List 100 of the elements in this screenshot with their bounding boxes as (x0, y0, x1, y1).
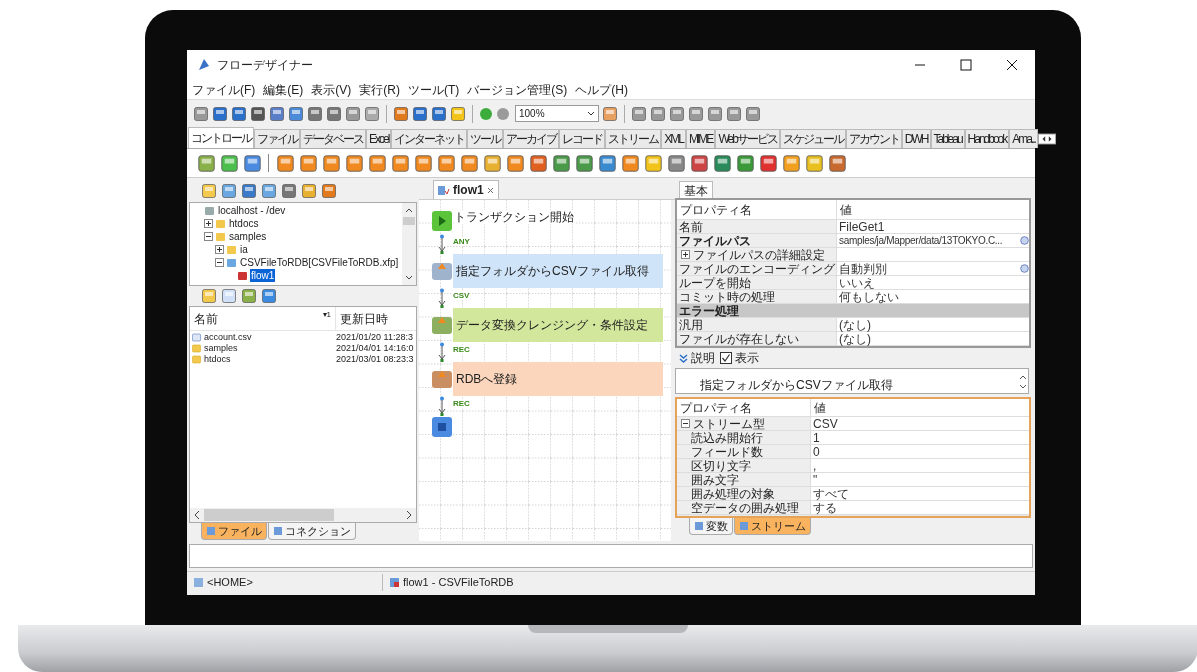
tool-icon[interactable] (321, 183, 337, 199)
properties-tab[interactable]: 基本 (679, 181, 713, 198)
palette-icon[interactable] (391, 153, 410, 173)
palette-icon[interactable] (667, 153, 686, 173)
play-icon[interactable] (431, 210, 453, 232)
horizontal-scrollbar[interactable] (190, 508, 416, 522)
tool-icon[interactable] (393, 105, 409, 122)
panel-tab[interactable]: ストリーム (734, 518, 811, 535)
palette-tab[interactable]: DWH (901, 129, 931, 148)
scroll-arrows-icon[interactable] (1037, 133, 1056, 145)
flow-tab[interactable]: flow1 (433, 180, 499, 199)
description-box[interactable]: 指定フォルダからCSVファイル取得 (675, 368, 1029, 394)
tree-item[interactable]: flow1 (250, 269, 276, 282)
checkbox-label[interactable]: 表示 (735, 349, 759, 367)
file-name[interactable]: htdocs (204, 354, 231, 365)
palette-icon[interactable] (529, 153, 548, 173)
collapse-icon[interactable] (204, 232, 213, 241)
tool-icon[interactable] (650, 105, 666, 122)
palette-icon[interactable] (828, 153, 847, 173)
palette-icon[interactable] (552, 153, 571, 173)
palette-icon[interactable] (598, 153, 617, 173)
node-band[interactable]: RDBへ登録 (453, 362, 663, 396)
file-name[interactable]: account.csv (204, 332, 252, 343)
palette-icon[interactable] (414, 153, 433, 173)
stop-icon[interactable] (496, 106, 510, 121)
palette-tab[interactable]: アカウント (845, 129, 902, 148)
tool-icon[interactable] (201, 183, 217, 199)
value-cell[interactable]: , (811, 459, 1029, 472)
value-cell[interactable]: 1 (811, 431, 1029, 444)
tool-icon[interactable] (301, 183, 317, 199)
scrollbar-thumb[interactable] (403, 217, 415, 225)
tool-icon[interactable] (231, 105, 247, 122)
tool-icon[interactable] (745, 105, 761, 122)
file-name[interactable]: samples (204, 343, 238, 354)
value-cell[interactable]: 何もしない (837, 290, 1029, 303)
node-band[interactable]: 指定フォルダからCSVファイル取得 (453, 254, 663, 288)
palette-tab[interactable]: Ama... (1009, 129, 1038, 148)
tool-icon[interactable] (261, 288, 277, 304)
panel-tab[interactable]: ファイル (201, 523, 267, 540)
tool-icon[interactable] (326, 105, 342, 122)
tool-icon[interactable] (602, 105, 618, 122)
menu-item[interactable]: ツール(T) (407, 80, 461, 99)
palette-tab[interactable]: コントロール (188, 127, 254, 148)
palette-icon[interactable] (197, 153, 216, 173)
node-icon[interactable] (431, 260, 453, 282)
palette-icon[interactable] (368, 153, 387, 173)
tool-icon[interactable] (193, 105, 209, 122)
menu-item[interactable]: 表示(V) (310, 80, 353, 99)
chevrons-down-icon[interactable] (679, 353, 688, 363)
palette-tab[interactable]: Tableau (930, 129, 965, 148)
tool-icon[interactable] (241, 183, 257, 199)
palette-tab[interactable]: Webサービス (715, 129, 780, 148)
value-cell[interactable]: (なし) (837, 318, 1029, 331)
palette-icon[interactable] (690, 153, 709, 173)
collapse-icon[interactable] (681, 419, 690, 428)
input-field[interactable] (189, 544, 1033, 568)
value-cell[interactable]: CSV (811, 417, 1029, 430)
tool-icon[interactable] (631, 105, 647, 122)
tool-icon[interactable] (288, 105, 304, 122)
palette-icon[interactable] (759, 153, 778, 173)
tool-icon[interactable] (250, 105, 266, 122)
menu-item[interactable]: ファイル(F) (191, 80, 257, 99)
palette-icon[interactable] (460, 153, 479, 173)
tree-item[interactable]: localhost - /dev (217, 204, 287, 217)
palette-icon[interactable] (805, 153, 824, 173)
tree-item[interactable]: samples (228, 230, 268, 243)
value-cell[interactable]: する (811, 501, 1029, 514)
palette-icon[interactable] (506, 153, 525, 173)
palette-icon[interactable] (713, 153, 732, 173)
tool-icon[interactable] (269, 105, 285, 122)
value-cell[interactable]: いいえ (837, 276, 1029, 289)
palette-tab[interactable]: ツール (467, 129, 504, 148)
palette-icon[interactable] (437, 153, 456, 173)
menu-item[interactable]: 編集(E) (262, 80, 305, 99)
tree-item[interactable]: CSVFileToRDB[CSVFileToRDB.xfp] (239, 256, 400, 269)
palette-icon[interactable] (276, 153, 295, 173)
column-header[interactable]: 名前 (194, 309, 218, 328)
scrollbar-thumb[interactable] (204, 509, 334, 521)
value-cell[interactable] (837, 248, 1029, 261)
checkbox[interactable] (720, 352, 732, 364)
palette-tab[interactable]: ファイル (254, 129, 300, 148)
palette-icon[interactable] (299, 153, 318, 173)
panel-tab[interactable]: 変数 (689, 518, 733, 535)
tool-icon[interactable] (241, 288, 257, 304)
palette-tab[interactable]: Excel (366, 129, 392, 148)
palette-icon[interactable] (243, 153, 262, 173)
palette-tab[interactable]: MIME (686, 129, 716, 148)
vertical-scrollbar[interactable] (402, 203, 416, 285)
stop-node-icon[interactable] (431, 416, 453, 438)
tool-icon[interactable] (688, 105, 704, 122)
expand-icon[interactable] (215, 245, 224, 254)
value-cell[interactable]: FileGet1 (837, 220, 1029, 233)
value-cell[interactable]: 自動判別 (837, 262, 1029, 275)
tool-icon[interactable] (726, 105, 742, 122)
tool-icon[interactable] (281, 183, 297, 199)
value-cell[interactable]: (なし) (837, 332, 1029, 345)
menu-item[interactable]: 実行(R) (358, 80, 401, 99)
palette-tab[interactable]: インターネット (391, 129, 468, 148)
value-cell[interactable]: samples/ja/Mapper/data/13TOKYO.C... (837, 234, 1029, 247)
palette-tab[interactable]: ストリーム (605, 129, 662, 148)
